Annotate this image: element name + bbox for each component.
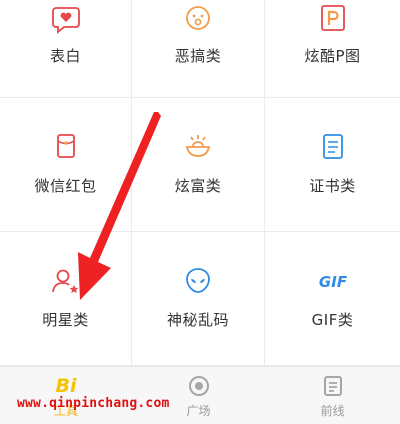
grid-item-label: 明星类 <box>42 311 89 329</box>
grid-item-label: 炫富类 <box>174 177 222 195</box>
tool-grid: 表白 恶搞类 炫酷P图 微信红包 炫富类 证书类 明星类 神秘乱码 GIF GI… <box>0 0 400 366</box>
grid-item-cool-p-photo[interactable]: 炫酷P图 <box>265 0 400 98</box>
grid-item-label: 恶搞类 <box>174 47 222 65</box>
grid-item-wechat-red-packet[interactable]: 微信红包 <box>0 98 132 232</box>
grid-item-label: 微信红包 <box>34 177 97 195</box>
square-icon <box>188 376 209 396</box>
certificate-icon <box>322 134 343 159</box>
gif-icon: GIF <box>318 273 347 291</box>
grid-item-confession[interactable]: 表白 <box>0 0 132 98</box>
grid-item-label: 神秘乱码 <box>166 311 229 329</box>
treasure-bowl-icon <box>185 135 211 157</box>
watermark-text: www.qinpinchang.com <box>17 396 170 411</box>
grid-item-label: 表白 <box>49 47 81 65</box>
grid-item-celebrity[interactable]: 明星类 <box>0 232 132 366</box>
grid-item-mystery-code[interactable]: 神秘乱码 <box>132 232 265 366</box>
grid-item-label: 证书类 <box>309 177 356 195</box>
grid-item-label: GIF类 <box>311 311 354 329</box>
svg-text:GIF: GIF <box>318 273 347 291</box>
grid-item-show-wealth[interactable]: 炫富类 <box>132 98 265 232</box>
grid-item-certificate[interactable]: 证书类 <box>265 98 400 232</box>
news-icon <box>323 376 342 396</box>
tab-frontline[interactable]: 前线 <box>265 367 400 424</box>
funny-face-icon <box>186 6 210 30</box>
heart-chat-icon <box>51 7 80 34</box>
tab-label: 广场 <box>186 404 211 418</box>
grid-item-prank[interactable]: 恶搞类 <box>132 0 265 98</box>
p-photo-icon <box>320 5 345 31</box>
alien-icon <box>186 268 210 293</box>
tab-label: 前线 <box>320 404 345 418</box>
bottom-tab-bar: Bi 工具 广场 前线 <box>0 366 400 424</box>
red-envelope-icon <box>56 134 75 158</box>
grid-item-label: 炫酷P图 <box>304 47 361 65</box>
star-person-icon <box>51 269 78 294</box>
grid-item-gif[interactable]: GIF GIF类 <box>265 232 400 366</box>
bi-logo-icon: Bi <box>55 375 77 397</box>
